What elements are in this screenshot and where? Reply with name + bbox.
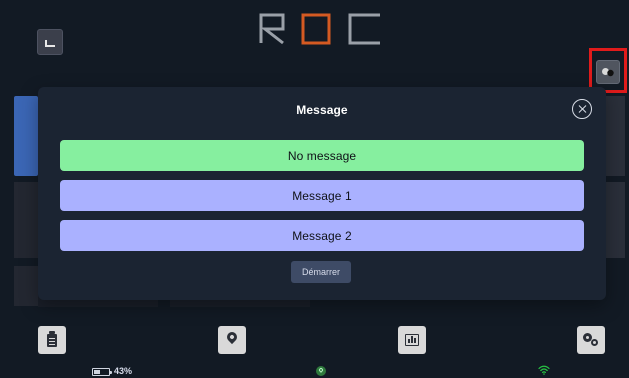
corner-icon	[45, 39, 55, 47]
battery-percent-text: 43%	[114, 366, 133, 376]
location-pin	[224, 329, 240, 345]
modal-title: Message	[296, 103, 348, 117]
background-left-selected-tab	[14, 96, 38, 176]
status-indicator-icon	[316, 366, 326, 376]
settings-button[interactable]	[577, 326, 605, 354]
clipboard-icon	[47, 330, 57, 347]
chart-button[interactable]	[398, 326, 426, 354]
roc-logo	[259, 13, 380, 45]
battery-icon	[92, 368, 112, 376]
top-right-button[interactable]	[596, 60, 620, 84]
message-option-no-message[interactable]: No message	[60, 140, 584, 171]
background-right-panel	[606, 96, 625, 176]
background-left-tab	[14, 182, 38, 258]
toggle-icon	[602, 68, 614, 77]
chart-icon	[405, 334, 419, 346]
chart-bar	[411, 336, 413, 343]
background-right-panel	[606, 182, 625, 258]
wifi-icon	[538, 365, 550, 375]
gear-small	[591, 339, 598, 346]
message-option-message-2[interactable]: Message 2	[60, 220, 584, 251]
chart-bar	[408, 339, 410, 343]
battery-fill	[94, 370, 100, 374]
top-left-button[interactable]	[37, 29, 63, 55]
app-background: Message No message Message 1 Message 2 D…	[0, 0, 629, 378]
settings-icon	[583, 333, 599, 347]
background-left-tab	[14, 266, 38, 306]
close-icon[interactable]	[572, 99, 592, 119]
start-button[interactable]: Démarrer	[291, 261, 351, 283]
chart-bar	[414, 338, 416, 343]
location-button[interactable]	[218, 326, 246, 354]
location-icon	[224, 329, 240, 348]
clipboard-button[interactable]	[38, 326, 66, 354]
message-option-message-1[interactable]: Message 1	[60, 180, 584, 211]
message-modal: Message No message Message 1 Message 2 D…	[38, 87, 606, 300]
